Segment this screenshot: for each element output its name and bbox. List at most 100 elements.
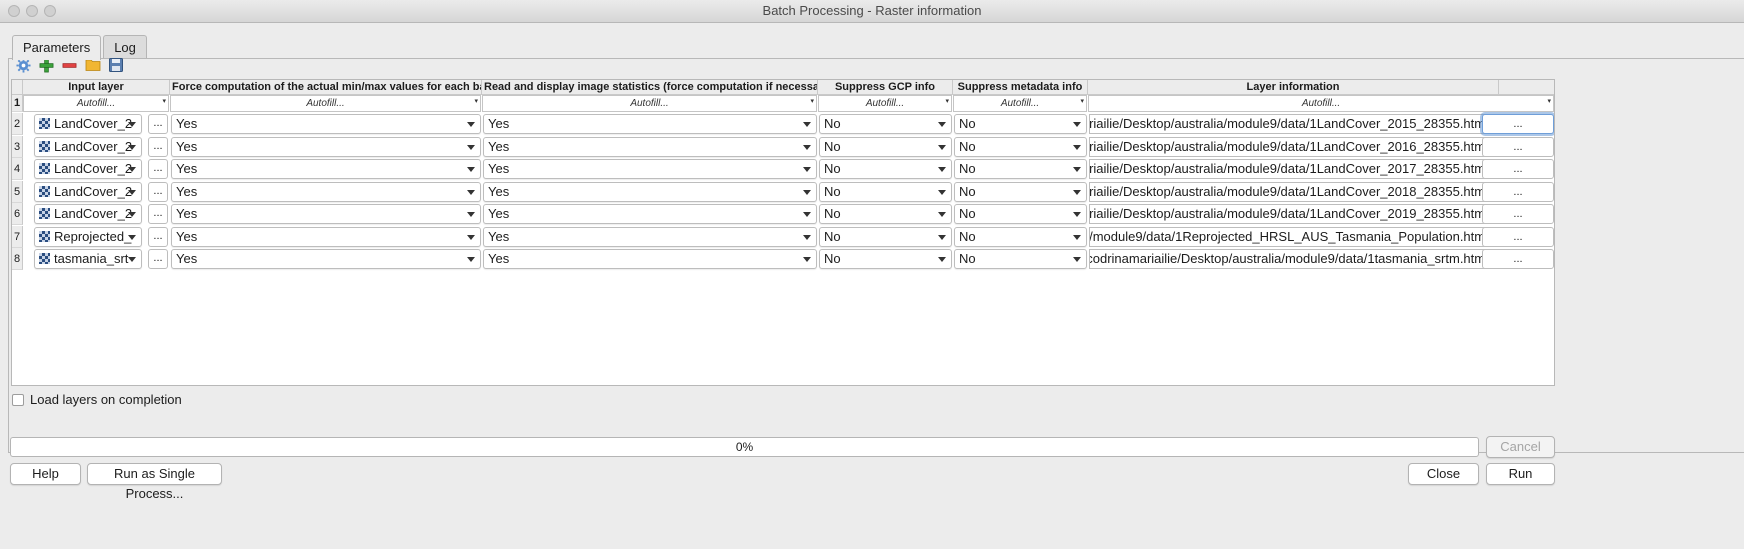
input-layer-select[interactable]: tasmania_srt [34,249,142,269]
suppress-gcp-select[interactable]: No [819,114,952,134]
force-minmax-select[interactable]: Yes [171,114,481,134]
run-as-single-process-button[interactable]: Run as Single Process... [87,463,222,501]
header-suppress-metadata: Suppress metadata info [953,80,1088,95]
layer-information-browse-button[interactable]: ... [1482,227,1554,247]
read-stats-select[interactable]: Yes [483,227,817,247]
chevron-down-icon [467,167,475,172]
input-layer-select[interactable]: LandCover_2 [34,182,142,202]
zoom-window-button[interactable] [44,5,56,17]
row-number: 2 [12,113,23,135]
autofill-layer-information[interactable]: Autofill... ▾ [1088,95,1554,112]
chevron-down-icon [128,212,136,217]
input-layer-select[interactable]: LandCover_2 [34,114,142,134]
autofill-read-stats[interactable]: Autofill... ▾ [482,95,817,112]
run-button[interactable]: Run [1486,463,1555,485]
suppress-metadata-select[interactable]: No [954,137,1087,157]
tab-parameters[interactable]: Parameters [12,35,102,60]
raster-layer-icon [39,186,50,197]
layer-information-path-field[interactable]: namariailie/Desktop/australia/module9/da… [1089,182,1491,202]
suppress-gcp-select[interactable]: No [819,182,952,202]
suppress-metadata-value: No [959,229,976,244]
input-layer-select[interactable]: LandCover_2 [34,159,142,179]
chevron-down-icon [938,257,946,262]
force-minmax-select[interactable]: Yes [171,249,481,269]
layer-information-path-field[interactable]: namariailie/Desktop/australia/module9/da… [1089,114,1491,134]
read-stats-value: Yes [488,116,510,131]
chevron-down-icon [128,145,136,150]
load-layers-option[interactable]: Load layers on completion [12,392,182,407]
suppress-metadata-value: No [959,251,976,266]
layer-information-path-field[interactable]: namariailie/Desktop/australia/module9/da… [1089,204,1491,224]
minimize-window-button[interactable] [26,5,38,17]
batch-table: Input layer Force computation of the act… [11,79,1555,386]
input-layer-select[interactable]: LandCover_2 [34,137,142,157]
layer-information-path-field[interactable]: ustralia/module9/data/1Reprojected_HRSL_… [1089,227,1491,247]
suppress-gcp-select[interactable]: No [819,249,952,269]
layer-information-browse-button[interactable]: ... [1482,249,1554,269]
input-layer-select[interactable]: Reprojected_ [34,227,142,247]
input-layer-browse-button[interactable]: ... [148,114,168,134]
autofill-force-minmax[interactable]: Autofill... ▾ [170,95,481,112]
autofill-input-layer[interactable]: Autofill... ▾ [23,95,169,112]
raster-layer-icon [39,253,50,264]
autofill-suppress-gcp[interactable]: Autofill... ▾ [818,95,952,112]
chevron-down-icon [803,122,811,127]
layer-information-path-field[interactable]: namariailie/Desktop/australia/module9/da… [1089,137,1491,157]
layer-information-path-field[interactable]: ers/codrinamariailie/Desktop/australia/m… [1089,249,1491,269]
tab-log[interactable]: Log [103,35,147,58]
chevron-down-icon [1073,122,1081,127]
read-stats-select[interactable]: Yes [483,249,817,269]
force-minmax-select[interactable]: Yes [171,227,481,247]
layer-information-path-field[interactable]: namariailie/Desktop/australia/module9/da… [1089,159,1491,179]
help-button[interactable]: Help [10,463,81,485]
read-stats-select[interactable]: Yes [483,159,817,179]
autofill-suppress-metadata[interactable]: Autofill... ▾ [953,95,1087,112]
force-minmax-value: Yes [176,184,198,199]
read-stats-select[interactable]: Yes [483,137,817,157]
force-minmax-value: Yes [176,116,198,131]
layer-information-browse-button[interactable]: ... [1482,137,1554,157]
input-layer-browse-button[interactable]: ... [148,137,168,157]
suppress-gcp-value: No [824,206,841,221]
force-minmax-select[interactable]: Yes [171,182,481,202]
layer-information-path: namariailie/Desktop/australia/module9/da… [1089,161,1488,176]
force-minmax-select[interactable]: Yes [171,137,481,157]
suppress-gcp-select[interactable]: No [819,137,952,157]
input-layer-browse-button[interactable]: ... [148,182,168,202]
cancel-button[interactable]: Cancel [1486,436,1555,458]
force-minmax-value: Yes [176,229,198,244]
force-minmax-select[interactable]: Yes [171,204,481,224]
suppress-gcp-select[interactable]: No [819,159,952,179]
chevron-down-icon [467,145,475,150]
input-layer-select[interactable]: LandCover_2 [34,204,142,224]
read-stats-value: Yes [488,184,510,199]
input-layer-browse-button[interactable]: ... [148,227,168,247]
suppress-metadata-select[interactable]: No [954,159,1087,179]
close-button[interactable]: Close [1408,463,1479,485]
row-number: 4 [12,158,23,180]
load-layers-checkbox[interactable] [12,393,24,406]
save-icon[interactable] [106,56,125,74]
suppress-metadata-select[interactable]: No [954,204,1087,224]
layer-information-browse-button[interactable]: ... [1482,182,1554,202]
suppress-gcp-select[interactable]: No [819,204,952,224]
read-stats-select[interactable]: Yes [483,204,817,224]
read-stats-select[interactable]: Yes [483,114,817,134]
input-layer-browse-button[interactable]: ... [148,249,168,269]
load-layers-label: Load layers on completion [30,392,182,407]
layer-information-browse-button[interactable]: ... [1482,204,1554,224]
row-number: 7 [12,226,23,248]
suppress-metadata-select[interactable]: No [954,249,1087,269]
input-layer-browse-button[interactable]: ... [148,159,168,179]
force-minmax-select[interactable]: Yes [171,159,481,179]
input-layer-browse-button[interactable]: ... [148,204,168,224]
suppress-metadata-select[interactable]: No [954,114,1087,134]
suppress-metadata-select[interactable]: No [954,182,1087,202]
suppress-gcp-select[interactable]: No [819,227,952,247]
read-stats-select[interactable]: Yes [483,182,817,202]
close-window-button[interactable] [8,5,20,17]
chevron-down-icon [1073,167,1081,172]
layer-information-browse-button[interactable]: ... [1482,114,1554,134]
suppress-metadata-select[interactable]: No [954,227,1087,247]
layer-information-browse-button[interactable]: ... [1482,159,1554,179]
